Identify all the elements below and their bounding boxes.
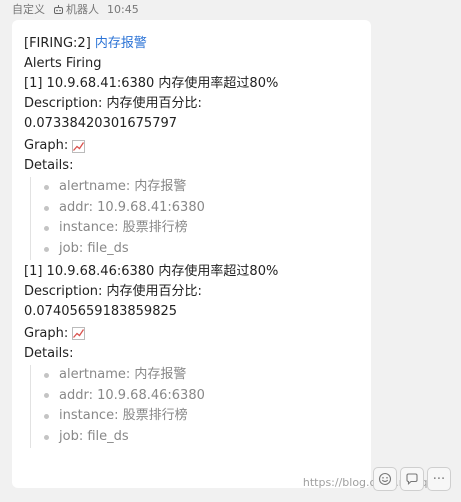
details-label: Details: bbox=[24, 345, 74, 361]
chat-icon bbox=[406, 473, 418, 486]
detail-text: instance: 股票排行榜 bbox=[59, 408, 188, 424]
robot-badge[interactable]: 机器人 bbox=[53, 1, 99, 17]
detail-text: addr: 10.9.68.41:6380 bbox=[59, 199, 205, 215]
alert-status: [FIRING:2] bbox=[24, 36, 91, 51]
message-toolbar: ··· bbox=[373, 467, 451, 491]
detail-text: addr: 10.9.68.46:6380 bbox=[59, 387, 205, 403]
bullet-icon bbox=[44, 184, 49, 190]
details-list: alertname: 内存报警 addr: 10.9.68.41:6380 in… bbox=[30, 177, 363, 260]
smile-icon bbox=[378, 472, 392, 486]
list-item: job: file_ds bbox=[39, 239, 363, 260]
chart-icon[interactable] bbox=[72, 327, 86, 341]
alert-description: Description: 内存使用百分比: bbox=[24, 283, 202, 299]
robot-label: 机器人 bbox=[66, 3, 99, 16]
alert-title: [FIRING:2] 内存报警 bbox=[24, 34, 363, 54]
list-item: instance: 股票排行榜 bbox=[39, 406, 363, 427]
detail-text: alertname: 内存报警 bbox=[59, 179, 187, 194]
bullet-icon bbox=[44, 205, 49, 211]
bullet-icon bbox=[44, 414, 49, 420]
alerts-firing-label: Alerts Firing bbox=[24, 56, 102, 71]
list-item: addr: 10.9.68.46:6380 bbox=[39, 386, 363, 407]
alert-value: 0.07405659183859825 bbox=[24, 303, 178, 319]
graph-row: Graph: bbox=[24, 324, 363, 344]
details-list: alertname: 内存报警 addr: 10.9.68.46:6380 in… bbox=[30, 364, 363, 448]
list-item: instance: 股票排行榜 bbox=[39, 218, 363, 239]
bullet-icon bbox=[44, 226, 49, 232]
alert-summary: [1] 10.9.68.41:6380 内存使用率超过80% bbox=[24, 76, 279, 91]
list-item: job: file_ds bbox=[39, 427, 363, 448]
list-item: alertname: 内存报警 bbox=[39, 177, 363, 198]
graph-label: Graph: bbox=[24, 325, 69, 341]
detail-text: job: file_ds bbox=[59, 428, 129, 444]
message-content: [FIRING:2] 内存报警 Alerts Firing [1] 10.9.6… bbox=[24, 34, 363, 450]
list-item: addr: 10.9.68.41:6380 bbox=[39, 198, 363, 219]
graph-row: Graph: bbox=[24, 136, 363, 156]
alert-block: [1] 10.9.68.41:6380 内存使用率超过80% Descripti… bbox=[24, 74, 363, 260]
alert-name-link[interactable]: 内存报警 bbox=[95, 36, 147, 51]
robot-icon bbox=[54, 4, 63, 14]
message-time: 10:45 bbox=[107, 2, 139, 16]
detail-text: alertname: 内存报警 bbox=[59, 366, 187, 382]
message-meta: 自定义 机器人 10:45 bbox=[12, 0, 139, 18]
graph-label: Graph: bbox=[24, 138, 69, 153]
more-button[interactable]: ··· bbox=[427, 467, 451, 491]
details-label: Details: bbox=[24, 158, 74, 173]
alert-block: [1] 10.9.68.46:6380 内存使用率超过80% Descripti… bbox=[24, 262, 363, 448]
bullet-icon bbox=[44, 393, 49, 399]
bullet-icon bbox=[44, 434, 49, 440]
message-bubble: [FIRING:2] 内存报警 Alerts Firing [1] 10.9.6… bbox=[12, 20, 371, 488]
detail-text: job: file_ds bbox=[59, 241, 129, 257]
detail-text: instance: 股票排行榜 bbox=[59, 220, 188, 236]
bullet-icon bbox=[44, 372, 49, 378]
alert-value: 0.07338420301675797 bbox=[24, 116, 178, 131]
chart-icon[interactable] bbox=[72, 139, 86, 153]
alert-description: Description: 内存使用百分比: bbox=[24, 96, 202, 111]
reply-button[interactable] bbox=[400, 467, 424, 491]
custom-label: 自定义 bbox=[12, 3, 45, 16]
bullet-icon bbox=[44, 246, 49, 252]
list-item: alertname: 内存报警 bbox=[39, 365, 363, 386]
alert-summary: [1] 10.9.68.46:6380 内存使用率超过80% bbox=[24, 263, 279, 279]
emoji-button[interactable] bbox=[373, 467, 397, 491]
